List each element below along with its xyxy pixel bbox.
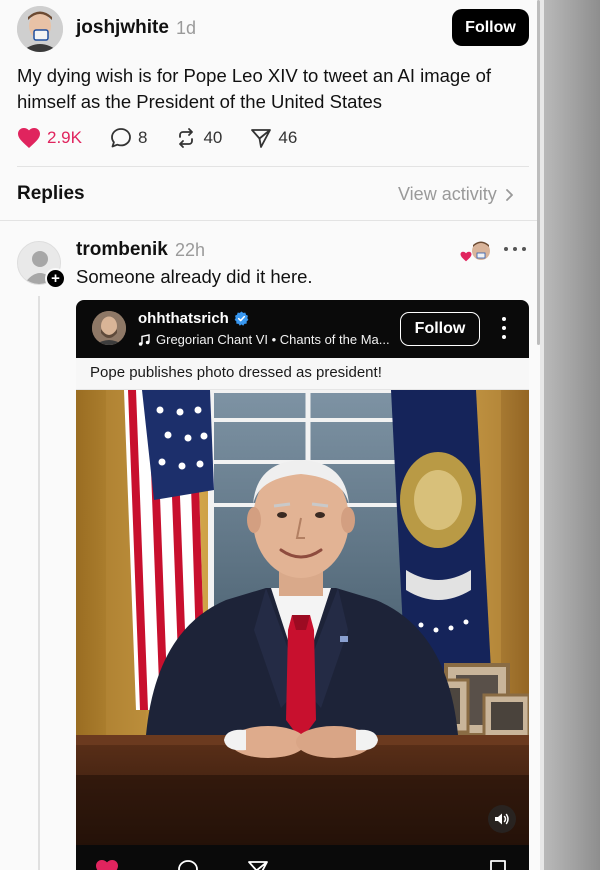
post-text: My dying wish is for Pope Leo XIV to twe…	[17, 65, 492, 112]
embedded-username: ohhthatsrich	[138, 310, 229, 327]
embedded-caption: Pope publishes photo dressed as presiden…	[76, 358, 529, 390]
view-activity-label: View activity	[398, 184, 497, 204]
embedded-post-action-bar	[76, 845, 529, 870]
send-triangle-icon[interactable]	[246, 859, 270, 870]
embedded-audio-track[interactable]: Gregorian Chant VI • Chants of the Ma...	[138, 332, 390, 347]
liked-by-author-indicator	[459, 240, 492, 264]
divider	[17, 166, 529, 167]
embedded-post[interactable]: ohhthatsrich Gregorian Chant VI • Chants…	[76, 300, 529, 870]
replies-heading: Replies	[17, 183, 85, 204]
chevron-right-icon	[505, 188, 513, 201]
background-panel	[544, 0, 600, 870]
repost-count: 40	[203, 128, 223, 147]
speaker-icon[interactable]	[488, 805, 516, 833]
bookmark-icon[interactable]	[488, 859, 508, 870]
audio-track-label: Gregorian Chant VI • Chants of the Ma...	[156, 332, 390, 347]
divider	[0, 220, 540, 221]
verified-badge-icon	[234, 311, 249, 326]
comment-button[interactable]: 8	[110, 127, 147, 149]
heart-filled-icon	[18, 128, 40, 148]
reply-username[interactable]: trombenik	[76, 239, 168, 261]
author-username[interactable]: joshjwhite	[76, 17, 169, 39]
like-count: 2.9K	[47, 128, 82, 147]
share-button[interactable]: 46	[250, 127, 297, 149]
embedded-author[interactable]: ohhthatsrich	[138, 310, 249, 327]
more-vertical-icon[interactable]	[502, 317, 506, 339]
embedded-post-header: ohhthatsrich Gregorian Chant VI • Chants…	[76, 300, 529, 358]
speech-bubble-icon	[111, 128, 131, 148]
embedded-author-avatar[interactable]	[92, 311, 126, 345]
embedded-follow-button[interactable]: Follow	[400, 312, 480, 346]
comment-count: 8	[137, 128, 148, 147]
post-actions: 2.9K 8 40 46	[17, 124, 325, 152]
heart-filled-icon[interactable]	[94, 859, 120, 870]
post-timestamp: 1d	[176, 18, 197, 38]
share-count: 46	[278, 128, 298, 147]
more-horizontal-icon[interactable]	[504, 242, 526, 256]
reply-text: Someone already did it here.	[76, 266, 313, 287]
reply-timestamp: 22h	[175, 240, 206, 260]
thread-view: joshjwhite 1d Follow My dying wish is fo…	[0, 0, 540, 870]
repost-button[interactable]: 40	[175, 127, 222, 149]
follow-plus-badge[interactable]: +	[45, 268, 66, 289]
speech-bubble-icon[interactable]	[176, 859, 200, 870]
author-avatar[interactable]	[17, 6, 63, 52]
embedded-photo[interactable]	[76, 390, 529, 845]
thread-line	[38, 296, 40, 870]
follow-button[interactable]: Follow	[452, 9, 529, 46]
music-note-icon	[138, 333, 150, 346]
repost-arrows-icon	[179, 128, 194, 148]
send-triangle-icon	[251, 129, 272, 148]
like-button[interactable]: 2.9K	[17, 127, 82, 149]
view-activity-link[interactable]: View activity	[398, 184, 514, 205]
